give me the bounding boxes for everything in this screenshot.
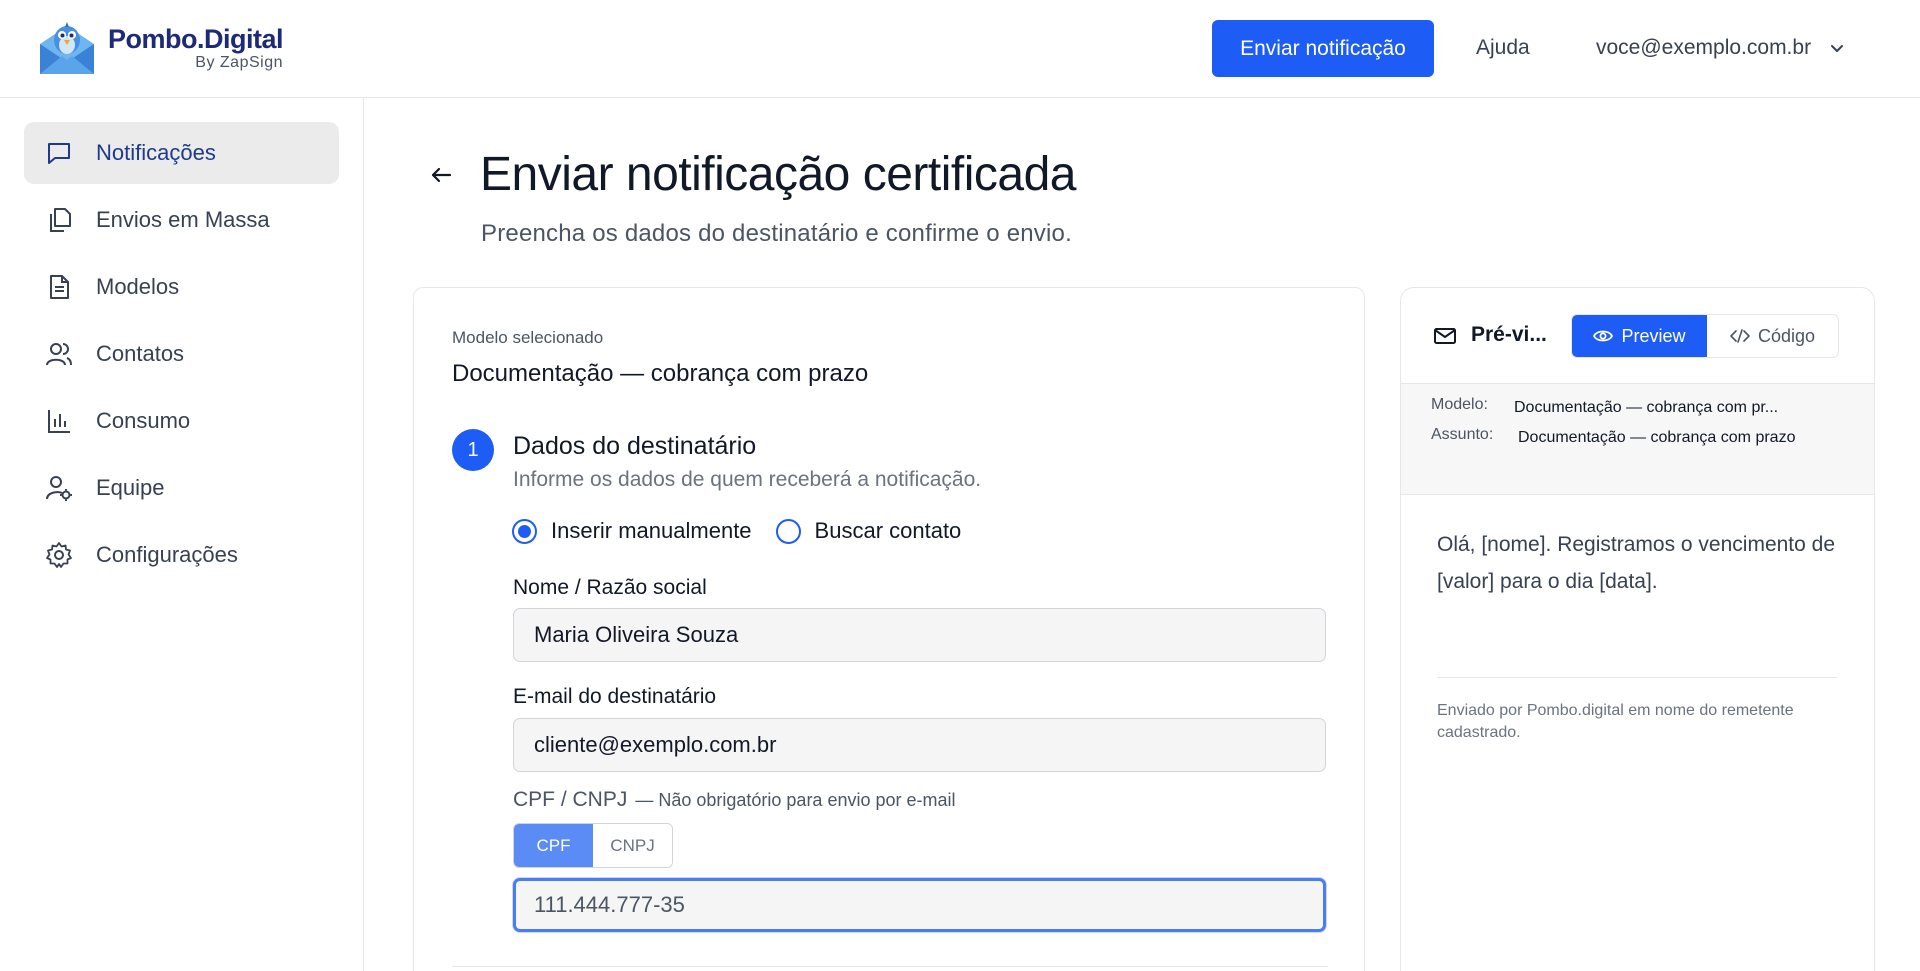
sidebar-item-label: Equipe — [96, 475, 165, 500]
recipient-form-card: Modelo selecionado Documentação — cobran… — [413, 287, 1365, 971]
eye-icon — [1593, 330, 1614, 342]
sidebar-item-label: Notificações — [96, 140, 216, 165]
sidebar-item-consumo[interactable]: Consumo — [24, 390, 339, 452]
document-type-cpf-button[interactable]: CPF — [514, 824, 593, 867]
email-preview-panel: Pré-vi... Preview Código Modelo: Documen… — [1400, 287, 1875, 971]
user-gear-icon — [44, 473, 74, 503]
bar-chart-icon — [44, 406, 74, 436]
manual-entry-radio[interactable] — [512, 518, 537, 544]
sidebar: Notificações Envios em Massa Modelos Con… — [0, 98, 364, 971]
sidebar-item-label: Consumo — [96, 408, 191, 433]
tab-code[interactable]: Código — [1707, 315, 1838, 357]
sidebar-item-configuracoes[interactable]: Configurações — [24, 524, 339, 586]
page-subtitle: Preencha os dados do destinatário e conf… — [481, 220, 1072, 247]
preview-title: Pré-vi... — [1471, 323, 1547, 346]
sidebar-item-notificacoes[interactable]: Notificações — [24, 122, 339, 184]
preview-footer: Enviado por Pombo.digital em nome do rem… — [1437, 702, 1794, 741]
preview-model-value: Documentação — cobrança com pr... — [1514, 399, 1779, 416]
section-divider — [452, 966, 1328, 967]
document-number-input[interactable]: 111.444.777-35 — [513, 878, 1326, 932]
document-type-cnpj-button[interactable]: CNPJ — [593, 824, 672, 867]
tab-preview-label: Preview — [1621, 325, 1686, 346]
copy-documents-icon — [44, 205, 74, 235]
send-notification-button[interactable]: Enviar notificação — [1212, 20, 1434, 77]
document-field-label: CPF / CNPJ — Não obrigatório para envio p… — [513, 788, 956, 812]
preview-metadata: Modelo: Documentação — cobrança com pr..… — [1401, 384, 1874, 495]
user-email: voce@exemplo.com.br — [1596, 36, 1812, 59]
step-title: Dados do destinatário — [513, 432, 757, 460]
search-contact-label[interactable]: Buscar contato — [815, 518, 962, 544]
sidebar-item-label: Contatos — [96, 341, 185, 366]
page-title: Enviar notificação certificada — [480, 148, 1076, 201]
selected-model-label: Modelo selecionado — [452, 328, 604, 347]
preview-subject-value: Documentação — cobrança com prazo — [1518, 429, 1796, 446]
document-icon — [44, 272, 74, 302]
sidebar-item-label: Modelos — [96, 274, 180, 299]
preview-header: Pré-vi... Preview Código — [1401, 288, 1874, 384]
name-input[interactable]: Maria Oliveira Souza — [513, 608, 1326, 662]
code-icon — [1730, 329, 1750, 343]
step-subtitle: Informe os dados de quem receberá a noti… — [513, 468, 982, 491]
back-arrow-icon[interactable] — [428, 162, 454, 188]
gear-icon — [44, 540, 74, 570]
preview-model-row: Modelo: Documentação — cobrança com pr..… — [1431, 396, 1836, 420]
preview-model-key: Modelo: — [1431, 396, 1488, 413]
mail-icon — [1434, 328, 1456, 344]
sidebar-item-label: Envios em Massa — [96, 207, 270, 232]
sidebar-item-envios-em-massa[interactable]: Envios em Massa — [24, 189, 339, 251]
email-field-label: E-mail do destinatário — [513, 685, 717, 708]
recipient-source-radio-group: Inserir manualmente Buscar contato — [512, 518, 985, 544]
sidebar-item-contatos[interactable]: Contatos — [24, 323, 339, 385]
email-input[interactable]: cliente@exemplo.com.br — [513, 718, 1326, 772]
chevron-down-icon — [1831, 45, 1844, 52]
preview-message-body: Olá, [nome]. Registramos o vencimento de… — [1437, 533, 1836, 593]
sidebar-item-modelos[interactable]: Modelos — [24, 256, 339, 318]
tab-preview[interactable]: Preview — [1572, 315, 1707, 357]
sidebar-item-label: Configurações — [96, 542, 238, 567]
document-type-toggle: CPF CNPJ — [513, 823, 673, 868]
manual-entry-label[interactable]: Inserir manualmente — [551, 518, 752, 544]
brand-name: Pombo.Digital — [108, 24, 284, 54]
preview-subject-row: Assunto: Documentação — cobrança com pra… — [1431, 426, 1818, 450]
pigeon-mail-logo-icon — [36, 18, 98, 78]
step-number-badge: 1 — [452, 429, 494, 471]
document-label-text: CPF / CNPJ — [513, 788, 628, 811]
users-icon — [44, 339, 74, 369]
tab-code-label: Código — [1757, 325, 1816, 346]
preview-divider — [1437, 677, 1837, 678]
selected-model-value: Documentação — cobrança com prazo — [452, 360, 869, 387]
brand-subtitle: By ZapSign — [195, 54, 283, 71]
chat-bubble-icon — [44, 138, 74, 168]
user-menu[interactable]: voce@exemplo.com.br — [1596, 36, 1845, 60]
name-field-label: Nome / Razão social — [513, 576, 707, 599]
sidebar-item-equipe[interactable]: Equipe — [24, 457, 339, 519]
help-link[interactable]: Ajuda — [1476, 36, 1530, 60]
preview-mode-tabs: Preview Código — [1571, 314, 1839, 358]
document-optional-note: — Não obrigatório para envio por e-mail — [635, 790, 956, 810]
brand-logo[interactable]: Pombo.Digital By ZapSign — [36, 18, 284, 78]
preview-subject-key: Assunto: — [1431, 426, 1494, 443]
top-bar: Pombo.Digital By ZapSign Enviar notifica… — [0, 0, 1920, 98]
search-contact-radio[interactable] — [775, 518, 801, 544]
